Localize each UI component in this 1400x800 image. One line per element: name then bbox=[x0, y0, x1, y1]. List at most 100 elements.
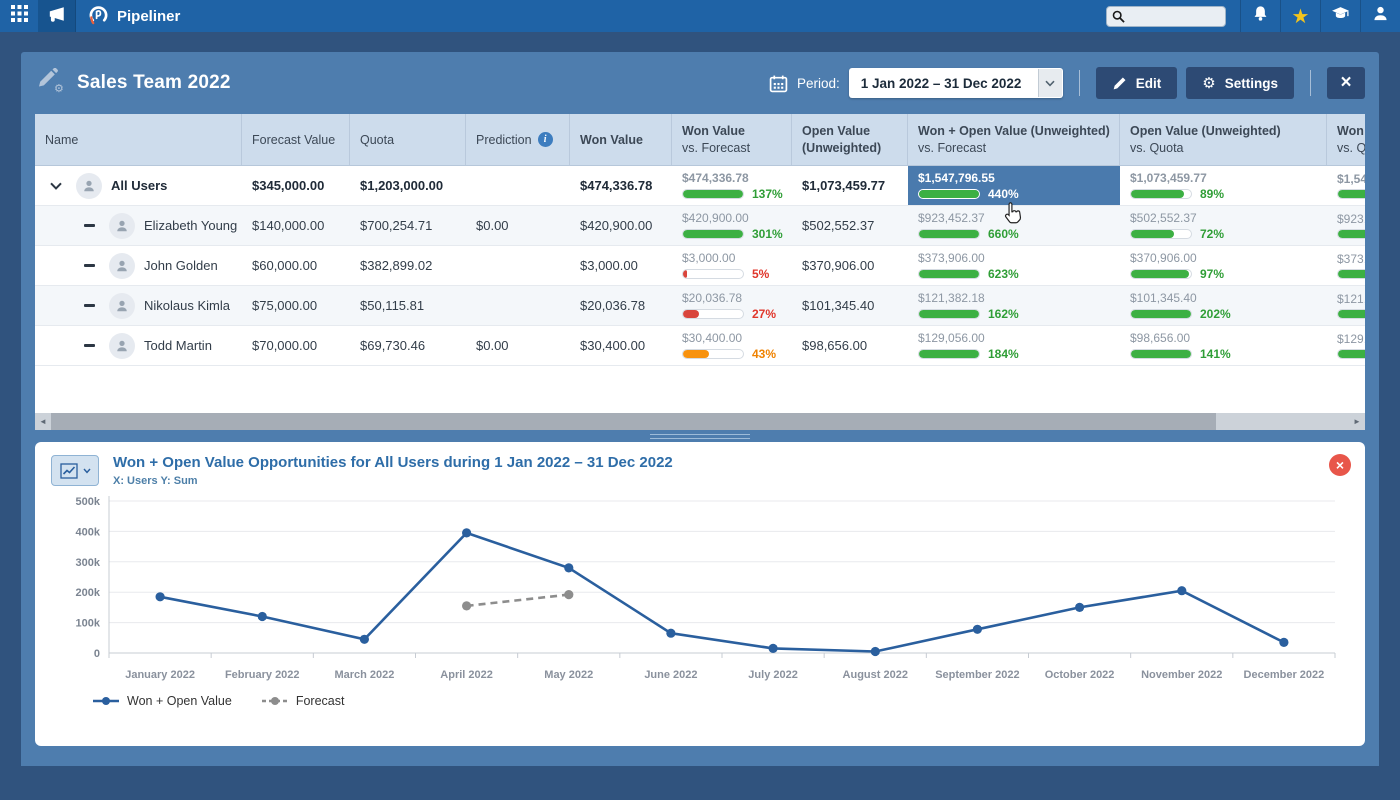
prediction-cell bbox=[466, 166, 570, 205]
profile-button[interactable] bbox=[1360, 0, 1400, 32]
table-row-nikolaus-kimla[interactable]: Nikolaus Kimla$75,000.00$50,115.81$20,03… bbox=[35, 286, 1365, 326]
column-header-won_vs_forecast[interactable]: Won Value vs. Forecast bbox=[672, 114, 792, 165]
wo-vs-forecast-cell[interactable]: $121,382.18162% bbox=[908, 286, 1120, 325]
collapse-icon[interactable] bbox=[78, 224, 100, 227]
progress-row: 72% bbox=[1130, 228, 1224, 240]
user-name: Todd Martin bbox=[144, 338, 212, 353]
search-input[interactable] bbox=[1129, 9, 1221, 23]
won-vs-forecast-cell[interactable]: $474,336.78137% bbox=[672, 166, 792, 205]
edit-button[interactable]: Edit bbox=[1096, 67, 1178, 99]
wo-vs-quota-cell[interactable]: $923,452.37 bbox=[1327, 206, 1365, 245]
forecast-cell: $140,000.00 bbox=[242, 206, 350, 245]
chart-type-selector[interactable] bbox=[51, 455, 99, 486]
announcements-button[interactable] bbox=[38, 0, 76, 32]
column-header-forecast[interactable]: Forecast Value bbox=[242, 114, 350, 165]
svg-text:400k: 400k bbox=[76, 526, 101, 538]
notifications-button[interactable] bbox=[1240, 0, 1280, 32]
chart-panel: Won + Open Value Opportunities for All U… bbox=[35, 442, 1365, 746]
chart-axis-info: X: Users Y: Sum bbox=[113, 475, 673, 487]
svg-text:500k: 500k bbox=[76, 496, 101, 508]
megaphone-icon bbox=[48, 5, 66, 28]
won-vs-forecast-cell[interactable]: $20,036.7827% bbox=[672, 286, 792, 325]
wo-vs-quota-cell[interactable]: $121,382.18 bbox=[1327, 286, 1365, 325]
column-sublabel: vs. Forecast bbox=[682, 141, 781, 155]
progress-row: 141% bbox=[1130, 348, 1231, 360]
brand-logo[interactable]: Pipeliner bbox=[76, 0, 192, 32]
chart-close-button[interactable]: × bbox=[1329, 454, 1351, 476]
column-header-won[interactable]: Won Value bbox=[570, 114, 672, 165]
scrollbar-thumb[interactable] bbox=[51, 413, 1216, 430]
svg-text:May 2022: May 2022 bbox=[544, 669, 593, 681]
chevron-down-icon[interactable] bbox=[45, 182, 67, 190]
avatar bbox=[76, 173, 102, 199]
avatar bbox=[109, 333, 135, 359]
bell-icon bbox=[1252, 5, 1269, 27]
collapse-icon[interactable] bbox=[78, 304, 100, 307]
global-search[interactable] bbox=[1106, 6, 1226, 27]
horizontal-scrollbar[interactable]: ◄ ► bbox=[35, 413, 1365, 430]
won-vs-forecast-cell[interactable]: $3,000.005% bbox=[672, 246, 792, 285]
scroll-left-arrow-icon[interactable]: ◄ bbox=[35, 413, 51, 430]
column-header-wo_vs_quota[interactable]: Won + Open Value (Unweighted)vs. Quota bbox=[1327, 114, 1365, 165]
percent-label: 301% bbox=[752, 228, 783, 240]
won-vs-forecast-cell[interactable]: $420,900.00301% bbox=[672, 206, 792, 245]
wo-vs-quota-cell[interactable]: $129,056.00 bbox=[1327, 326, 1365, 365]
won-vs-forecast-cell[interactable]: $30,400.0043% bbox=[672, 326, 792, 365]
column-header-prediction[interactable]: Predictioni bbox=[466, 114, 570, 165]
open-vs-quota-cell[interactable]: $370,906.0097% bbox=[1120, 246, 1327, 285]
close-report-button[interactable]: × bbox=[1327, 67, 1365, 99]
percent-label: 660% bbox=[988, 228, 1019, 240]
column-header-wo_vs_forecast[interactable]: Won + Open Value (Unweighted)vs. Forecas… bbox=[908, 114, 1120, 165]
table-row-todd-martin[interactable]: Todd Martin$70,000.00$69,730.46$0.00$30,… bbox=[35, 326, 1365, 366]
legend-label: Won + Open Value bbox=[127, 694, 232, 708]
percent-label: 89% bbox=[1200, 188, 1224, 200]
period-select[interactable]: 1 Jan 2022 – 31 Dec 2022 bbox=[849, 68, 1063, 98]
user-name: Elizabeth Young bbox=[144, 218, 237, 233]
progress-fill bbox=[919, 270, 979, 278]
column-header-quota[interactable]: Quota bbox=[350, 114, 466, 165]
edit-report-icon[interactable]: ⚙ bbox=[35, 68, 63, 99]
column-header-open_unw[interactable]: Open Value(Unweighted) bbox=[792, 114, 908, 165]
app-launcher-button[interactable] bbox=[0, 0, 38, 32]
wo-vs-forecast-cell[interactable]: $373,906.00623% bbox=[908, 246, 1120, 285]
open-vs-quota-cell[interactable]: $502,552.3772% bbox=[1120, 206, 1327, 245]
wo-vs-forecast-cell[interactable]: $129,056.00184% bbox=[908, 326, 1120, 365]
open-vs-quota-cell[interactable]: $98,656.00141% bbox=[1120, 326, 1327, 365]
chevron-down-icon[interactable] bbox=[1038, 69, 1062, 97]
chart-title: Won + Open Value Opportunities for All U… bbox=[113, 454, 673, 471]
progress-fill bbox=[683, 190, 743, 198]
legend-item-won-open-value[interactable]: Won + Open Value bbox=[93, 694, 232, 708]
column-label: Open Value (Unweighted) bbox=[1130, 124, 1281, 138]
column-header-open_vs_quota[interactable]: Open Value (Unweighted)vs. Quota bbox=[1120, 114, 1327, 165]
won-cell: $3,000.00 bbox=[570, 246, 672, 285]
column-label: Won Value bbox=[682, 124, 745, 138]
splitter-grip[interactable] bbox=[650, 434, 750, 439]
learning-button[interactable] bbox=[1320, 0, 1360, 32]
collapse-icon[interactable] bbox=[78, 344, 100, 347]
svg-text:July 2022: July 2022 bbox=[748, 669, 798, 681]
wo-vs-quota-cell[interactable]: $1,547,796.55 bbox=[1327, 166, 1365, 205]
scroll-right-arrow-icon[interactable]: ► bbox=[1349, 413, 1365, 430]
progress-row bbox=[1337, 349, 1365, 359]
progress-row: 440% bbox=[918, 188, 1019, 200]
progress-fill bbox=[683, 310, 699, 318]
wo-vs-forecast-cell[interactable]: $1,547,796.55440% bbox=[908, 166, 1120, 205]
collapse-icon[interactable] bbox=[78, 264, 100, 267]
legend-item-forecast[interactable]: Forecast bbox=[262, 694, 345, 708]
period-label: Period: bbox=[797, 76, 840, 91]
wo-vs-quota-cell[interactable]: $373,906.00 bbox=[1327, 246, 1365, 285]
cell-value: $923,452.37 bbox=[1337, 213, 1365, 225]
open-vs-quota-cell[interactable]: $101,345.40202% bbox=[1120, 286, 1327, 325]
column-header-name[interactable]: Name bbox=[35, 114, 242, 165]
cell-value: $121,382.18 bbox=[918, 292, 985, 304]
settings-button[interactable]: ⚙ Settings bbox=[1186, 67, 1294, 99]
progress-row bbox=[1337, 309, 1365, 319]
info-icon[interactable]: i bbox=[538, 132, 553, 147]
table-row-all-users[interactable]: All Users$345,000.00$1,203,000.00$474,33… bbox=[35, 166, 1365, 206]
favorites-button[interactable]: ★ bbox=[1280, 0, 1320, 32]
open-vs-quota-cell[interactable]: $1,073,459.7789% bbox=[1120, 166, 1327, 205]
wo-vs-forecast-cell[interactable]: $923,452.37660% bbox=[908, 206, 1120, 245]
table-row-elizabeth-young[interactable]: Elizabeth Young$140,000.00$700,254.71$0.… bbox=[35, 206, 1365, 246]
table-row-john-golden[interactable]: John Golden$60,000.00$382,899.02$3,000.0… bbox=[35, 246, 1365, 286]
cell-value: $129,056.00 bbox=[1337, 333, 1365, 345]
